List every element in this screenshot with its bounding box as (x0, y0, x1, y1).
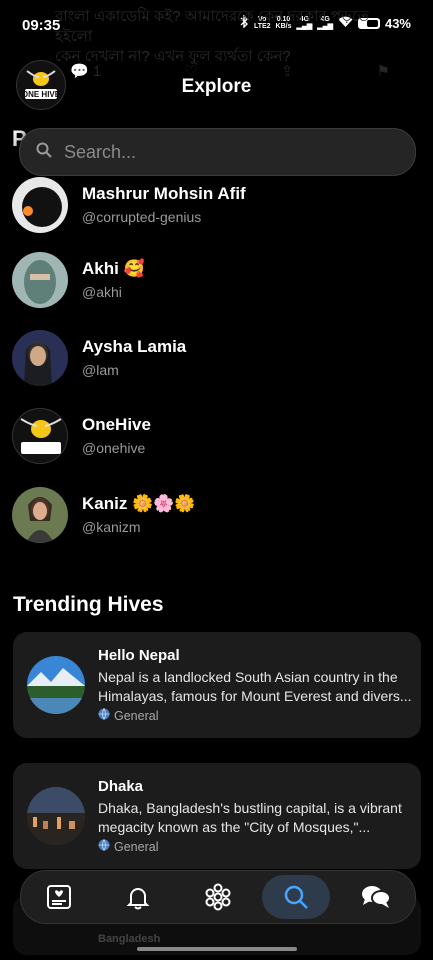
user-handle: @kanizm (82, 519, 141, 535)
search-icon (284, 885, 308, 909)
user-item-kaniz[interactable]: Kaniz 🌼🌸🌼 @kanizm (12, 487, 412, 545)
hive-description: Nepal is a landlocked South Asian countr… (98, 669, 412, 704)
bottom-nav (20, 870, 416, 924)
hive-name: Dhaka (98, 778, 144, 795)
hive-name: Bangladesh (98, 933, 161, 945)
user-name: Aysha Lamia (82, 337, 187, 356)
avatar (12, 177, 68, 233)
hive-thumbnail (27, 656, 85, 714)
avatar (12, 487, 68, 543)
user-item-akhi[interactable]: Akhi 🥰 @akhi (12, 252, 412, 310)
user-handle: @onehive (82, 440, 146, 456)
globe-icon (98, 839, 110, 854)
hive-icon (205, 883, 231, 911)
hive-card-dhaka[interactable]: Dhaka Dhaka, Bangladesh's bustling capit… (13, 763, 421, 869)
user-item-onehive[interactable]: OneHive @onehive (12, 408, 412, 466)
messages-button[interactable] (356, 877, 396, 917)
user-name: Kaniz 🌼🌸🌼 (82, 494, 196, 513)
user-item-mashrur[interactable]: Mashrur Mohsin Afif @corrupted-genius (12, 177, 412, 235)
background-post-text: বাংলা একাডেমি কই? আমাদেরকে কেন দরকার পড়… (55, 8, 370, 65)
user-name: Akhi 🥰 (82, 259, 145, 278)
notifications-button[interactable] (118, 877, 158, 917)
avatar (12, 252, 68, 308)
user-handle: @lam (82, 362, 119, 378)
user-handle: @akhi (82, 284, 122, 300)
avatar (12, 408, 68, 464)
explore-button[interactable] (262, 875, 330, 919)
page-title: Explore (181, 76, 252, 97)
home-indicator[interactable] (137, 947, 297, 951)
hive-category: General (98, 708, 158, 723)
globe-icon (98, 708, 110, 723)
search-icon (36, 142, 52, 163)
hive-thumbnail (27, 787, 85, 845)
emoji-icon: 🥰 (123, 259, 145, 278)
search-input[interactable] (62, 140, 386, 164)
hive-card-nepal[interactable]: Hello Nepal Nepal is a landlocked South … (13, 632, 421, 738)
feed-icon (47, 885, 71, 909)
hives-button[interactable] (198, 877, 238, 917)
trending-title: Trending Hives (13, 593, 164, 616)
user-name: OneHive (82, 415, 151, 434)
hive-description: Dhaka, Bangladesh's bustling capital, is… (98, 800, 402, 835)
avatar (12, 330, 68, 386)
hive-name: Hello Nepal (98, 647, 180, 664)
user-item-aysha[interactable]: Aysha Lamia @lam (12, 330, 412, 388)
emoji-icon: 🌼🌸🌼 (132, 494, 196, 513)
user-handle: @corrupted-genius (82, 209, 202, 225)
hive-category: General (98, 839, 158, 854)
user-name: Mashrur Mohsin Afif (82, 184, 246, 203)
chat-icon (362, 886, 391, 908)
bell-icon (126, 888, 150, 910)
feed-button[interactable] (39, 877, 79, 917)
search-bar[interactable] (19, 128, 416, 176)
